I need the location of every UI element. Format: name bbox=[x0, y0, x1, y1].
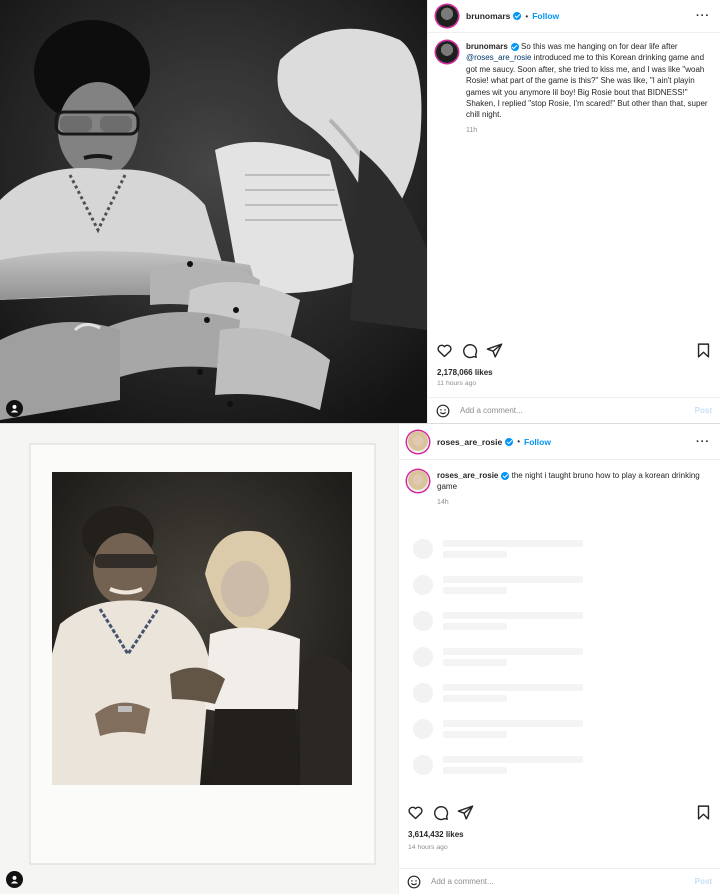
caption-body-start: So this was me hanging on for dear life … bbox=[518, 42, 678, 51]
bw-photo-hands-stacked bbox=[0, 0, 427, 423]
avatar[interactable] bbox=[436, 5, 458, 27]
comment-input[interactable]: Add a comment... bbox=[460, 406, 523, 415]
verified-badge-icon bbox=[513, 12, 522, 20]
username-link[interactable]: roses_are_rosie bbox=[437, 437, 502, 447]
post-time[interactable]: 11 hours ago bbox=[437, 380, 476, 387]
separator-dot: • bbox=[517, 437, 521, 446]
caption-avatar[interactable] bbox=[436, 41, 458, 63]
caption-username[interactable]: roses_are_rosie bbox=[437, 471, 498, 480]
share-icon[interactable] bbox=[457, 804, 474, 821]
post-sidebar: roses_are_rosie • Follow ··· roses_are_r… bbox=[398, 424, 720, 894]
post-brunomars: brunomars • Follow ··· brunomars So this… bbox=[0, 0, 720, 424]
post-photo[interactable] bbox=[0, 424, 398, 894]
caption: roses_are_rosie the night i taught bruno… bbox=[407, 470, 708, 506]
caption-time[interactable]: 11h bbox=[466, 127, 708, 134]
caption-text: brunomars So this was me hanging on for … bbox=[466, 41, 708, 121]
share-icon[interactable] bbox=[486, 342, 503, 359]
action-bar bbox=[407, 803, 712, 821]
comment-input[interactable]: Add a comment... bbox=[431, 877, 494, 886]
post-header: roses_are_rosie • Follow ··· bbox=[399, 424, 720, 460]
comment-icon[interactable] bbox=[461, 342, 478, 359]
polaroid-photo bbox=[0, 424, 398, 894]
post-photo[interactable] bbox=[0, 0, 427, 423]
person-glyph bbox=[10, 404, 19, 413]
loading-comments-placeholder bbox=[409, 536, 710, 786]
avatar[interactable] bbox=[407, 430, 429, 453]
user-tag-icon[interactable] bbox=[6, 400, 23, 417]
post-sidebar: brunomars • Follow ··· brunomars So this… bbox=[427, 0, 720, 423]
action-bar bbox=[436, 341, 712, 359]
more-options-icon[interactable]: ··· bbox=[696, 10, 710, 22]
comment-icon[interactable] bbox=[432, 804, 449, 821]
emoji-icon[interactable] bbox=[407, 875, 421, 889]
caption-body-end: introduced me to this Korean drinking ga… bbox=[466, 53, 708, 120]
user-tag-icon[interactable] bbox=[6, 871, 23, 888]
username-link[interactable]: brunomars bbox=[466, 11, 510, 21]
follow-button[interactable]: Follow bbox=[532, 11, 559, 21]
bookmark-icon[interactable] bbox=[695, 804, 712, 821]
emoji-icon[interactable] bbox=[436, 404, 450, 418]
likes-count[interactable]: 3,614,432 likes bbox=[408, 830, 464, 839]
bookmark-icon[interactable] bbox=[695, 342, 712, 359]
caption-username[interactable]: brunomars bbox=[466, 42, 508, 51]
caption-avatar[interactable] bbox=[407, 470, 429, 492]
post-time[interactable]: 14 hours ago bbox=[408, 844, 448, 851]
caption-text: roses_are_rosie the night i taught bruno… bbox=[437, 470, 708, 493]
comment-box: Add a comment... Post bbox=[428, 397, 720, 423]
caption: brunomars So this was me hanging on for … bbox=[436, 41, 708, 134]
post-header: brunomars • Follow ··· bbox=[428, 0, 720, 33]
heart-icon[interactable] bbox=[407, 804, 424, 821]
heart-icon[interactable] bbox=[436, 342, 453, 359]
separator-dot: • bbox=[525, 11, 529, 21]
post-comment-button[interactable]: Post bbox=[695, 406, 712, 415]
comment-box: Add a comment... Post bbox=[399, 868, 720, 894]
mention-link[interactable]: @roses_are_rosie bbox=[466, 53, 531, 62]
likes-count[interactable]: 2,178,066 likes bbox=[437, 368, 493, 377]
follow-button[interactable]: Follow bbox=[524, 437, 551, 447]
post-roses-are-rosie: roses_are_rosie • Follow ··· roses_are_r… bbox=[0, 424, 720, 894]
post-comment-button[interactable]: Post bbox=[695, 877, 712, 886]
more-options-icon[interactable]: ··· bbox=[696, 436, 710, 448]
verified-badge-icon bbox=[505, 437, 514, 446]
caption-time[interactable]: 14h bbox=[437, 499, 708, 506]
person-glyph bbox=[10, 875, 19, 884]
verified-badge-icon bbox=[510, 42, 519, 51]
